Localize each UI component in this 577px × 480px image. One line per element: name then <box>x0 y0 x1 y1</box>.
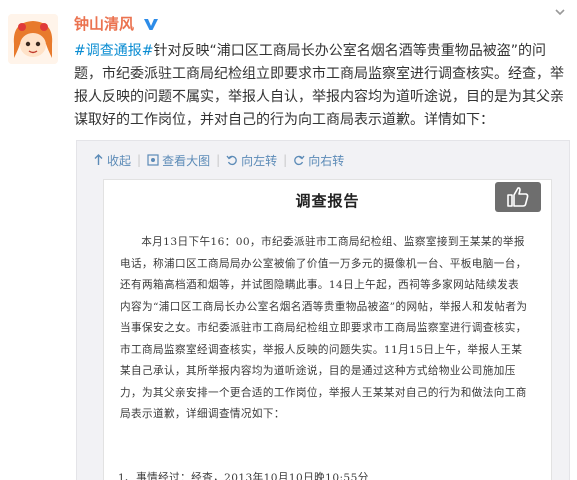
document-item-line: 1、事情经过：经查，2013年10月10日晚10:55分 <box>118 472 369 480</box>
thumbs-up-icon <box>507 187 529 207</box>
document-body: 本月13日下午16：00，市纪委派驻市工商局纪检组、监察室接到王某某的举报电话，… <box>120 236 528 420</box>
username[interactable]: 钟山清风 <box>74 14 159 34</box>
zoom-view-icon <box>147 154 159 166</box>
verified-v-icon <box>144 19 159 30</box>
rotate-left-label: 向左转 <box>241 153 278 168</box>
toolbar-divider: | <box>283 153 288 167</box>
rotate-right-label: 向右转 <box>308 153 345 168</box>
view-large-label: 查看大图 <box>162 153 211 168</box>
rotate-left-icon <box>226 155 237 166</box>
rotate-left-button[interactable]: 向左转 <box>226 152 277 169</box>
document-title: 调查报告 <box>295 192 360 210</box>
collapse-up-icon <box>94 154 103 165</box>
toolbar-divider: | <box>137 153 142 167</box>
like-button[interactable] <box>495 182 541 212</box>
media-toolbar: 收起 | 查看大图 | 向左转 | 向右转 <box>93 151 344 169</box>
view-large-button[interactable]: 查看大图 <box>147 152 210 169</box>
collapse-button[interactable]: 收起 <box>93 152 131 169</box>
rotate-right-button[interactable]: 向右转 <box>293 152 344 169</box>
rotate-right-icon <box>294 155 305 166</box>
collapse-label: 收起 <box>107 153 132 168</box>
username-text[interactable]: 钟山清风 <box>74 15 134 33</box>
user-avatar <box>8 14 58 64</box>
avatar[interactable] <box>8 14 58 64</box>
toolbar-divider: | <box>216 153 221 167</box>
post-text: #调查通报#针对反映“浦口区工商局长办公室名烟名酒等贵重物品被盗”的问题，市纪委… <box>74 40 569 132</box>
hashtag-link[interactable]: #调查通报# <box>74 43 153 59</box>
document-image[interactable]: 调查报告 本月13日下午16：00，市纪委派驻市工商局纪检组、监察室接到王某某的… <box>103 179 552 480</box>
media-viewer: 收起 | 查看大图 | 向左转 | 向右转 调查报告 本月13日下午16：00，… <box>76 140 570 480</box>
dropdown-arrow-icon[interactable] <box>553 6 567 18</box>
